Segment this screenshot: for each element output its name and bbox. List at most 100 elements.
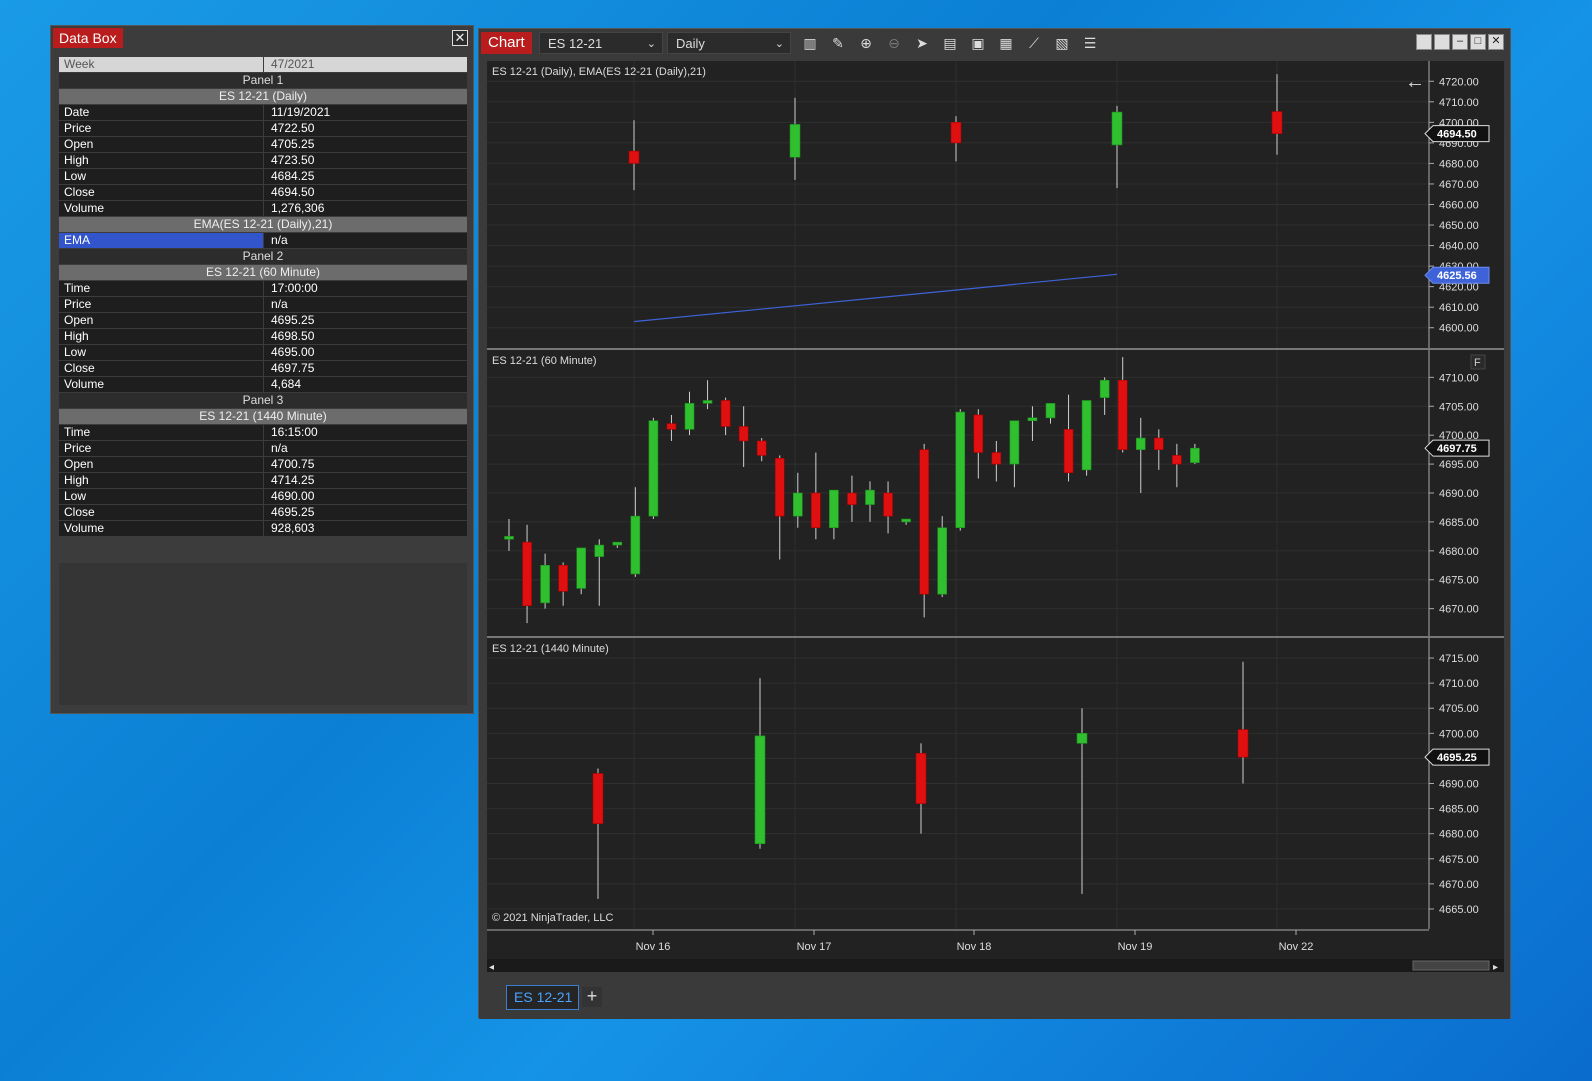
row-label: Low — [59, 345, 263, 360]
close-icon[interactable]: ✕ — [452, 30, 468, 46]
candle-down — [1172, 455, 1182, 465]
chevron-down-icon: ⌄ — [646, 38, 656, 50]
properties-icon[interactable]: ▧ — [1053, 34, 1071, 52]
row-value: n/a — [263, 441, 467, 456]
indicators-icon[interactable]: ▦ — [997, 34, 1015, 52]
templates-icon[interactable]: ▣ — [969, 34, 987, 52]
drawing-tools-icon[interactable]: ✎ — [829, 34, 847, 52]
row-label: Close — [59, 361, 263, 376]
candle-down — [558, 564, 568, 592]
candle-down — [1063, 429, 1074, 474]
data-row: Low 4684.25 — [59, 169, 467, 185]
data-box-window[interactable]: Data Box ✕ Week 47/2021 Panel 1 ES 12-21 … — [50, 25, 474, 714]
instrument-selector[interactable]: ES 12-21 ⌄ — [539, 32, 663, 54]
candle-up — [754, 735, 766, 845]
row-value: 4714.25 — [263, 473, 467, 488]
row-label: Volume — [59, 521, 263, 536]
minimize-icon[interactable]: – — [1452, 34, 1468, 50]
pointer-icon[interactable]: ➤ — [913, 34, 931, 52]
data-box-table: Week 47/2021 Panel 1 ES 12-21 (Daily) Date… — [59, 57, 467, 537]
panel-label: Panel 3 — [59, 393, 467, 409]
row-label: Close — [59, 185, 263, 200]
candle-down — [666, 423, 677, 430]
candle-up — [937, 527, 948, 595]
panel-label: Panel 2 — [59, 249, 467, 265]
data-row: Low 4690.00 — [59, 489, 467, 505]
candle-down — [1117, 379, 1128, 450]
y-tick-label: 4710.00 — [1439, 97, 1479, 109]
bar-type-icon[interactable]: ▥ — [801, 34, 819, 52]
row-value: 4694.50 — [263, 185, 467, 200]
data-row: EMA n/a — [59, 233, 467, 249]
close-icon[interactable]: ✕ — [1488, 34, 1504, 50]
candle-down — [973, 414, 984, 453]
row-value: 4700.75 — [263, 457, 467, 472]
data-row: Volume 4,684 — [59, 377, 467, 393]
chart-window[interactable]: Chart ES 12-21 ⌄ Daily ⌄ ▥ ✎ ⊕ ⊖ ➤ ▤ ▣ ▦ ⟋ ▧ ☰ – □… — [478, 28, 1511, 1019]
maximize-icon[interactable]: □ — [1470, 34, 1486, 50]
x-tick-label: Nov 17 — [797, 941, 832, 953]
chart-canvas[interactable]: 4600.004610.004620.004630.004640.004650.… — [487, 61, 1504, 973]
f-marker: F — [1474, 357, 1481, 369]
candle-up — [792, 492, 803, 517]
row-label: Price — [59, 121, 263, 136]
candle-down — [950, 122, 962, 144]
chart-trader-icon[interactable]: ☰ — [1081, 34, 1099, 52]
y-tick-label: 4720.00 — [1439, 76, 1479, 88]
zoom-in-icon[interactable]: ⊕ — [857, 34, 875, 52]
data-box-titlebar[interactable]: Data Box ✕ — [51, 26, 473, 50]
y-tick-label: 4680.00 — [1439, 158, 1479, 170]
chart-title: Chart — [481, 32, 532, 54]
candle-up — [789, 124, 801, 158]
y-tick-label: 4705.00 — [1439, 703, 1479, 715]
candle-up — [504, 536, 514, 540]
candle-down — [915, 753, 927, 804]
instrument-value: ES 12-21 — [548, 36, 603, 51]
row-value: 1,276,306 — [263, 201, 467, 216]
strategies-icon[interactable]: ⟋ — [1025, 34, 1043, 52]
candle-up — [1045, 403, 1056, 419]
y-tick-label: 4685.00 — [1439, 804, 1479, 816]
interval-selector[interactable]: Daily ⌄ — [667, 32, 791, 54]
data-row: Price n/a — [59, 297, 467, 313]
scroll-left-icon: ◂ — [489, 962, 494, 972]
tab-es-12-21[interactable]: ES 12-21 — [506, 985, 579, 1010]
row-label: Open — [59, 137, 263, 152]
panel-1-title: ES 12-21 (Daily), EMA(ES 12-21 (Daily),2… — [492, 66, 706, 78]
chart-area[interactable]: 4600.004610.004620.004630.004640.004650.… — [487, 61, 1504, 973]
data-row: High 4714.25 — [59, 473, 467, 489]
row-value: 11/19/2021 — [263, 105, 467, 120]
add-tab-icon[interactable]: + — [582, 987, 602, 1007]
copyright-text: © 2021 NinjaTrader, LLC — [492, 912, 613, 924]
candle-up — [540, 564, 550, 604]
section-header: ES 12-21 (60 Minute) — [59, 265, 467, 281]
y-tick-label: 4710.00 — [1439, 678, 1479, 690]
back-arrow-icon: ← — [1405, 71, 1425, 93]
data-series-icon[interactable]: ▤ — [941, 34, 959, 52]
candle-up — [684, 403, 695, 430]
x-tick-label: Nov 22 — [1279, 941, 1314, 953]
week-row: Week 47/2021 — [59, 57, 467, 73]
row-label: EMA — [59, 233, 263, 248]
row-value: 928,603 — [263, 521, 467, 536]
y-tick-label: 4680.00 — [1439, 829, 1479, 841]
tile-icon-2[interactable] — [1434, 34, 1450, 50]
row-value: 4722.50 — [263, 121, 467, 136]
row-label: Open — [59, 313, 263, 328]
candle-down — [522, 541, 532, 607]
row-value: n/a — [263, 233, 467, 248]
zoom-out-icon[interactable]: ⊖ — [885, 34, 903, 52]
row-value: 4695.00 — [263, 345, 467, 360]
tile-icon[interactable] — [1416, 34, 1432, 50]
candle-down — [628, 150, 640, 164]
candle-down — [991, 452, 1002, 465]
row-value: n/a — [263, 297, 467, 312]
data-row: Open 4700.75 — [59, 457, 467, 473]
y-tick-label: 4670.00 — [1439, 604, 1479, 616]
y-tick-label: 4690.00 — [1439, 488, 1479, 500]
chart-toolbar: Chart ES 12-21 ⌄ Daily ⌄ ▥ ✎ ⊕ ⊖ ➤ ▤ ▣ ▦ ⟋ ▧ ☰ – □… — [479, 29, 1510, 57]
data-row: Date 11/19/2021 — [59, 105, 467, 121]
candle-up — [1076, 733, 1088, 744]
candle-up — [630, 515, 641, 575]
price-marker-label: 4697.75 — [1437, 443, 1477, 455]
